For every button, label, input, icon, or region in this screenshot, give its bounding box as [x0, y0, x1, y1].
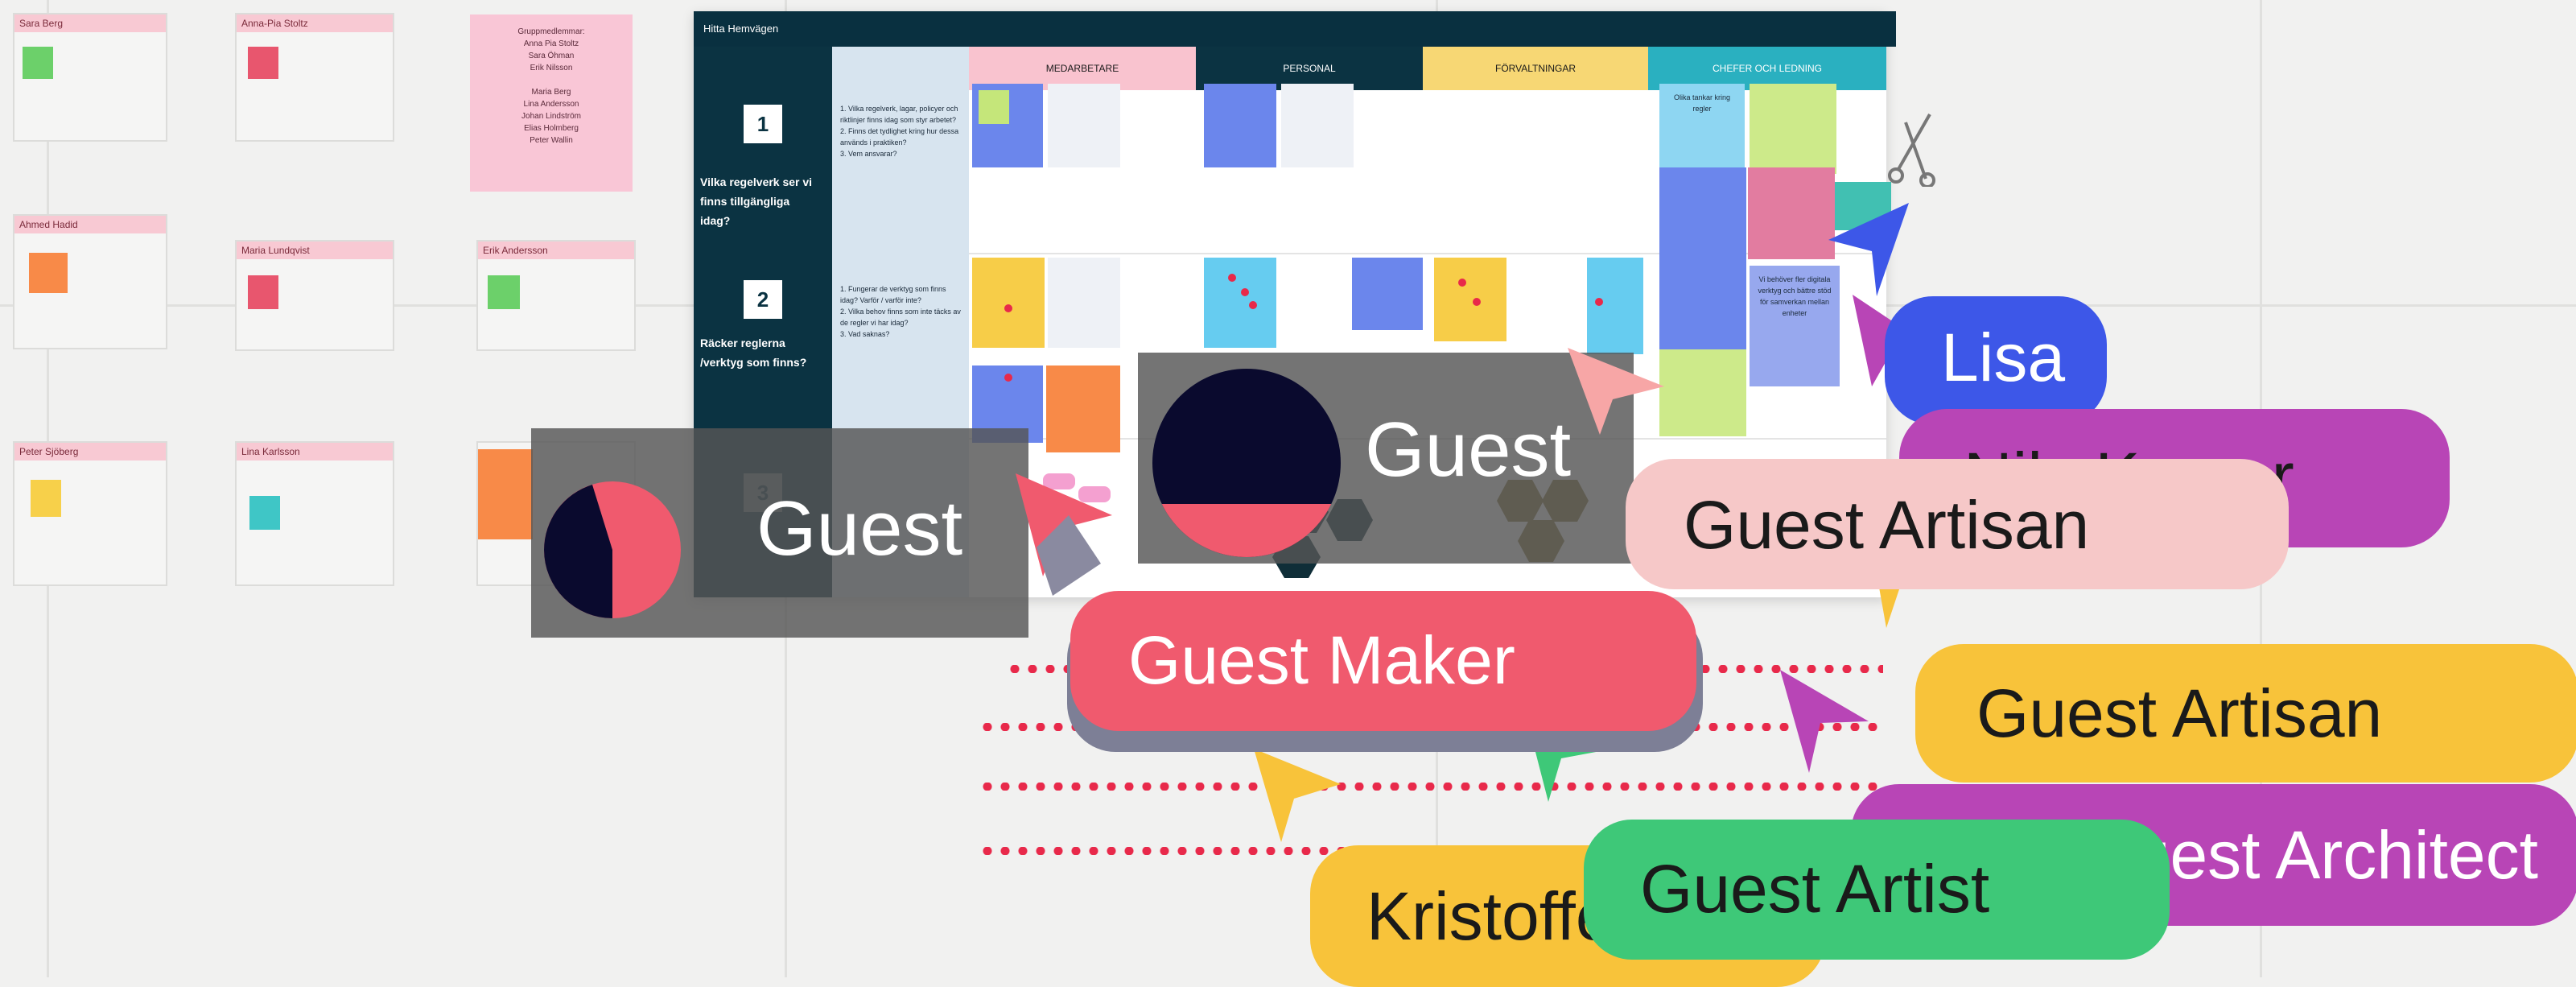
- sticky-note[interactable]: [972, 258, 1045, 348]
- sticky-note[interactable]: [1281, 84, 1354, 167]
- collaborator-name: Lisa: [1941, 320, 2066, 395]
- vote-dot: [1249, 301, 1257, 309]
- vote-dot: [1241, 288, 1249, 296]
- step-question: Räcker reglerna /verktyg som finns?: [700, 337, 807, 369]
- sticky-note[interactable]: [1587, 258, 1643, 354]
- collaborator-pill-guest-artist[interactable]: Guest Artist: [1584, 820, 2170, 960]
- sticky-note[interactable]: [31, 480, 61, 517]
- frame-label: Maria Lundqvist: [237, 242, 393, 259]
- cursor-arrow-icon: [1828, 203, 1909, 296]
- step-description: 1. Fungerar de verktyg som finns idag? V…: [840, 285, 961, 338]
- sticky-note[interactable]: [979, 90, 1009, 124]
- frame-label: Peter Sjöberg: [14, 443, 166, 460]
- collaborator-name: Guest Maker: [1128, 622, 1515, 698]
- collaborator-pill-guest-maker[interactable]: Guest Maker: [1070, 591, 1696, 731]
- cursor-arrow-icon: [1878, 583, 1899, 628]
- sticky-note[interactable]: [1659, 258, 1746, 349]
- step-question: Vilka regelverk ser vi finns tillgänglig…: [700, 176, 813, 227]
- sticky-note[interactable]: [1659, 349, 1746, 436]
- frame-label: Ahmed Hadid: [14, 216, 166, 233]
- sticky-note[interactable]: [1046, 365, 1120, 452]
- sticky-note[interactable]: Vi behöver fler digitala verktyg och bät…: [1750, 266, 1840, 386]
- vote-dot: [1004, 304, 1012, 312]
- vote-dot: [1228, 274, 1236, 282]
- collaborator-pill-guest-artisan-2[interactable]: Guest Artisan: [1915, 644, 2576, 783]
- guest-avatar: [1152, 369, 1341, 557]
- sticky-note[interactable]: [1659, 167, 1746, 259]
- frame-label: Erik Andersson: [478, 242, 634, 259]
- participant-frame[interactable]: Ahmed Hadid: [13, 214, 167, 349]
- participant-frame[interactable]: Anna-Pia Stoltz: [235, 13, 394, 142]
- sticky-note[interactable]: [23, 47, 53, 79]
- step-description: 1. Vilka regelverk, lagar, policyer och …: [840, 105, 959, 158]
- frame-label: Lina Karlsson: [237, 443, 393, 460]
- sticky-note[interactable]: [1434, 258, 1506, 341]
- cursor-arrow-icon: [1254, 749, 1341, 842]
- vote-dots-row: [979, 783, 1883, 791]
- collaborator-name: Guest Artisan: [1976, 675, 2383, 751]
- participant-frame[interactable]: Sara Berg: [13, 13, 167, 142]
- guest-name: Guest: [1365, 407, 1572, 493]
- board-title: Hitta Hemvägen: [694, 11, 1896, 47]
- sticky-note[interactable]: [478, 449, 533, 539]
- sticky-note[interactable]: [1750, 84, 1836, 174]
- guest-avatar: [544, 481, 681, 618]
- frame-label: Anna-Pia Stoltz: [237, 14, 393, 32]
- sticky-note[interactable]: [1204, 258, 1276, 348]
- sticky-note[interactable]: [1748, 167, 1835, 259]
- collaborator-name: Guest Artisan: [1684, 487, 2090, 563]
- vote-dot: [1458, 279, 1466, 287]
- cursor-arrow-icon: [1780, 670, 1869, 773]
- group-members-note[interactable]: Gruppmedlemmar: Anna Pia Stoltz Sara Öhm…: [470, 14, 633, 192]
- sticky-note[interactable]: [488, 275, 520, 309]
- sticky-note[interactable]: [1048, 258, 1120, 348]
- step-number: 1: [744, 105, 782, 143]
- sticky-note[interactable]: [1352, 258, 1423, 330]
- guest-presence-card[interactable]: Guest: [531, 428, 1028, 638]
- step-number: 2: [744, 280, 782, 319]
- participant-frame[interactable]: Lina Karlsson: [235, 441, 394, 586]
- frame-label: Sara Berg: [14, 14, 166, 32]
- sticky-note[interactable]: Olika tankar kring regler: [1659, 84, 1745, 174]
- scissors-icon: [1888, 114, 1935, 187]
- sticky-note[interactable]: [1048, 84, 1120, 167]
- participant-frame[interactable]: Maria Lundqvist: [235, 240, 394, 351]
- vote-dot: [1595, 298, 1603, 306]
- vote-dot: [1004, 374, 1012, 382]
- cursor-arrow-icon: [1568, 348, 1664, 435]
- column-header-forvaltningar[interactable]: FÖRVALTNINGAR: [1423, 47, 1648, 90]
- sticky-note[interactable]: [29, 253, 68, 293]
- participant-frame[interactable]: Erik Andersson: [476, 240, 636, 351]
- sticky-note[interactable]: [249, 496, 280, 530]
- collaborator-name: Guest Artist: [1640, 851, 1990, 927]
- sticky-note[interactable]: [248, 275, 278, 309]
- collaborator-pill-lisa[interactable]: Lisa: [1885, 296, 2107, 425]
- participant-frame[interactable]: Peter Sjöberg: [13, 441, 167, 586]
- guest-presence-card[interactable]: Guest: [1138, 353, 1634, 564]
- collaborator-pill-guest-artisan[interactable]: Guest Artisan: [1626, 459, 2289, 589]
- guest-name: Guest: [756, 485, 963, 572]
- sticky-note[interactable]: [1204, 84, 1276, 167]
- sticky-note[interactable]: [248, 47, 278, 79]
- vote-dot: [1473, 298, 1481, 306]
